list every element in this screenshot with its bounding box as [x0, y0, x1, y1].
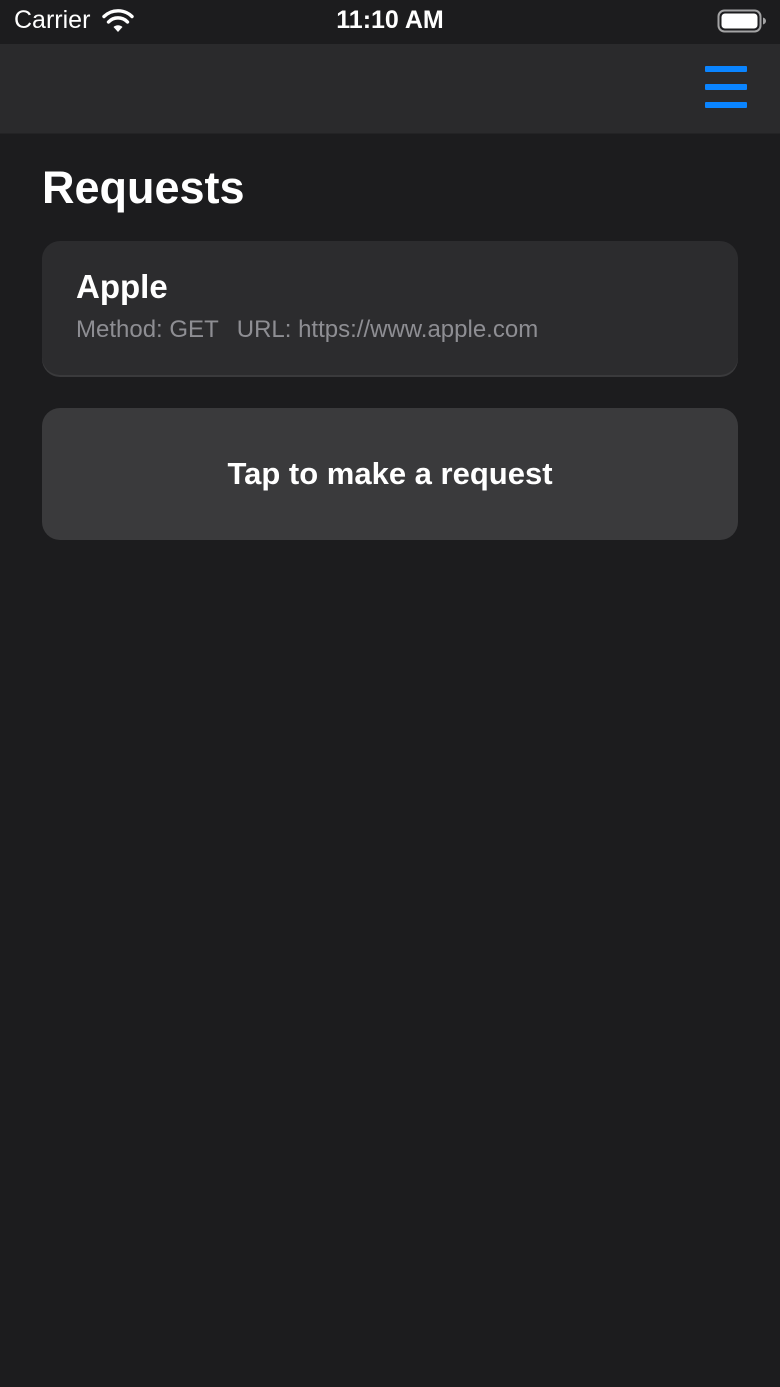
- status-bar: Carrier 11:10 AM: [0, 0, 780, 44]
- page-title: Requests: [42, 162, 245, 213]
- battery-icon: [717, 9, 766, 33]
- navigation-bar: [0, 44, 780, 134]
- make-request-button[interactable]: Tap to make a request: [42, 408, 738, 540]
- menu-button[interactable]: [698, 62, 754, 114]
- request-name: Apple: [76, 268, 168, 305]
- request-url: URL: https://www.apple.com: [236, 316, 539, 343]
- request-card-apple[interactable]: Apple Method: GET URL: https://www.apple.…: [42, 241, 738, 375]
- status-time: 11:10 AM: [336, 6, 444, 34]
- request-method: Method: GET: [76, 316, 219, 343]
- request-details: Method: GET URL: https://www.apple.com: [76, 315, 538, 345]
- app-screen: Carrier 11:10 AM Requests Apple Method: …: [0, 0, 780, 1387]
